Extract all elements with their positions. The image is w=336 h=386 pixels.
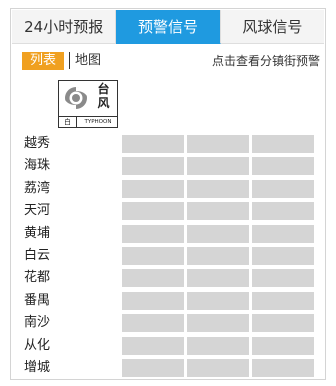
- status-cell[interactable]: [252, 157, 314, 176]
- signal-category-char-1: 台: [97, 82, 110, 96]
- tab-typhoon-signals[interactable]: 风球信号: [220, 10, 324, 44]
- list-view-button[interactable]: 列表: [22, 52, 64, 70]
- district-name: 越秀: [24, 136, 51, 151]
- status-cell[interactable]: [122, 135, 184, 153]
- district-name: 黄埔: [24, 225, 51, 241]
- map-view-link[interactable]: 地图: [75, 51, 101, 71]
- table-row: 越秀: [22, 134, 322, 156]
- tab-warning-signals[interactable]: 预警信号: [116, 10, 221, 44]
- status-cell[interactable]: [252, 358, 314, 377]
- district-name: 花都: [24, 270, 51, 286]
- status-cell[interactable]: [252, 179, 314, 198]
- status-cell[interactable]: [187, 135, 249, 153]
- view-switch-bar: 列表 地图 点击查看分镇街预警: [22, 51, 322, 71]
- signal-level: 白: [59, 117, 77, 127]
- status-cell[interactable]: [187, 358, 249, 377]
- table-row: 增城: [22, 358, 322, 380]
- signal-category: 台 风: [89, 82, 118, 110]
- table-row: 南沙: [22, 313, 322, 335]
- status-cell[interactable]: [252, 135, 314, 153]
- status-cell[interactable]: [252, 291, 314, 310]
- status-cell[interactable]: [122, 202, 184, 221]
- status-cell[interactable]: [187, 157, 249, 176]
- status-cell[interactable]: [122, 224, 184, 243]
- status-cell[interactable]: [187, 269, 249, 288]
- status-cell[interactable]: [122, 269, 184, 288]
- status-cell[interactable]: [187, 179, 249, 198]
- district-name: 荔湾: [24, 180, 51, 196]
- status-cell[interactable]: [187, 336, 249, 355]
- district-name: 白云: [24, 247, 51, 263]
- district-name: 从化: [24, 337, 51, 353]
- table-row: 天河: [22, 201, 322, 223]
- status-cell[interactable]: [187, 314, 249, 333]
- status-cell[interactable]: [187, 224, 249, 243]
- signal-footer: 白 TYPHOON: [59, 116, 117, 127]
- status-cell[interactable]: [122, 157, 184, 176]
- table-row: 荔湾: [22, 179, 322, 201]
- status-cell[interactable]: [187, 246, 249, 265]
- status-cell[interactable]: [252, 202, 314, 221]
- signal-english: TYPHOON: [84, 119, 112, 125]
- status-cell[interactable]: [187, 291, 249, 310]
- status-cell[interactable]: [252, 224, 314, 243]
- town-warning-link[interactable]: 点击查看分镇街预警: [212, 51, 320, 71]
- status-cell[interactable]: [122, 314, 184, 333]
- table-row: 白云: [22, 246, 322, 268]
- status-cell[interactable]: [252, 246, 314, 265]
- typhoon-icon: [65, 87, 87, 109]
- status-cell[interactable]: [122, 246, 184, 265]
- district-table: 越秀 海珠 荔湾 天河 黄埔 白云 花都 番禺 南沙 从化 增城: [22, 134, 322, 380]
- status-cell[interactable]: [252, 336, 314, 355]
- table-row: 黄埔: [22, 224, 322, 246]
- tab-bar: 24小时预报 预警信号 风球信号: [12, 10, 324, 44]
- typhoon-signal-header: 台 风 白 TYPHOON: [58, 80, 118, 128]
- status-cell[interactable]: [122, 358, 184, 377]
- status-cell[interactable]: [252, 269, 314, 288]
- table-row: 海珠: [22, 156, 322, 178]
- status-cell[interactable]: [187, 202, 249, 221]
- district-name: 增城: [24, 359, 51, 375]
- signal-category-char-2: 风: [97, 96, 110, 110]
- view-divider: [69, 52, 70, 69]
- status-cell[interactable]: [122, 336, 184, 355]
- table-row: 花都: [22, 268, 322, 290]
- status-cell[interactable]: [122, 291, 184, 310]
- district-name: 番禺: [24, 292, 51, 308]
- tab-24h-forecast[interactable]: 24小时预报: [12, 10, 117, 44]
- district-name: 南沙: [24, 315, 51, 331]
- district-name: 天河: [24, 203, 51, 219]
- table-row: 从化: [22, 336, 322, 358]
- district-name: 海珠: [24, 158, 51, 174]
- table-row: 番禺: [22, 291, 322, 313]
- status-cell[interactable]: [252, 314, 314, 333]
- status-cell[interactable]: [122, 179, 184, 198]
